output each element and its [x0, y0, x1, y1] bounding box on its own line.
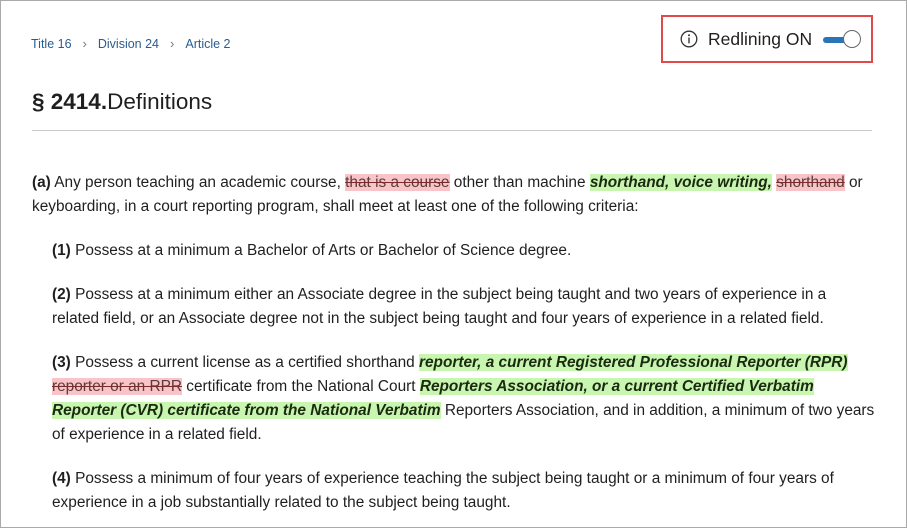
deleted-text: that is a course [345, 174, 450, 191]
paragraph-marker: (3) [52, 354, 71, 371]
divider [32, 130, 872, 131]
regulation-text: (a) Any person teaching an academic cour… [32, 171, 877, 527]
breadcrumb-division-24[interactable]: Division 24 [98, 37, 159, 51]
toggle-knob [843, 30, 861, 48]
inserted-text: shorthand, voice writing, [589, 174, 772, 191]
section-title: Definitions [107, 89, 213, 114]
paragraph-marker: (1) [52, 242, 71, 259]
text-run: Any person teaching an academic course, [50, 174, 346, 191]
chevron-right-icon: › [82, 36, 87, 51]
section-number: § 2414. [32, 89, 108, 114]
text-run: Possess at a minimum either an Associate… [52, 286, 827, 327]
text-run: certificate from the National Court [182, 378, 420, 395]
redlining-toggle[interactable] [821, 30, 865, 48]
subparagraph-3: (3) Possess a current license as a certi… [52, 351, 877, 447]
paragraph-marker: (4) [52, 470, 71, 487]
paragraph-a: (a) Any person teaching an academic cour… [32, 171, 877, 219]
paragraph-marker: (a) [32, 174, 51, 191]
chevron-right-icon: › [170, 36, 175, 51]
text-run: other than machine [449, 174, 590, 191]
breadcrumb-title-16[interactable]: Title 16 [31, 37, 72, 51]
info-circle-icon[interactable] [680, 30, 698, 48]
text-run: Possess a current license as a certified… [70, 354, 419, 371]
regulation-page: Title 16 › Division 24 › Article 2 Redli… [0, 0, 907, 528]
inserted-text: reporter, a current Registered Professio… [419, 354, 848, 371]
page-title: § 2414.Definitions [32, 89, 212, 115]
text-run: Possess a minimum of four years of exper… [52, 470, 834, 511]
text-run: Possess at a minimum a Bachelor of Arts … [70, 242, 572, 259]
subparagraph-1: (1) Possess at a minimum a Bachelor of A… [52, 239, 877, 263]
breadcrumb: Title 16 › Division 24 › Article 2 [31, 36, 231, 51]
subparagraph-2: (2) Possess at a minimum either an Assoc… [52, 283, 877, 331]
redlining-label: Redlining ON [708, 28, 813, 49]
breadcrumb-article-2[interactable]: Article 2 [185, 37, 230, 51]
deleted-text: shorthand [776, 174, 845, 191]
redlining-control: Redlining ON [661, 15, 873, 63]
deleted-text: reporter or an RPR [52, 378, 183, 395]
paragraph-marker: (2) [52, 286, 71, 303]
subparagraph-4: (4) Possess a minimum of four years of e… [52, 467, 877, 515]
